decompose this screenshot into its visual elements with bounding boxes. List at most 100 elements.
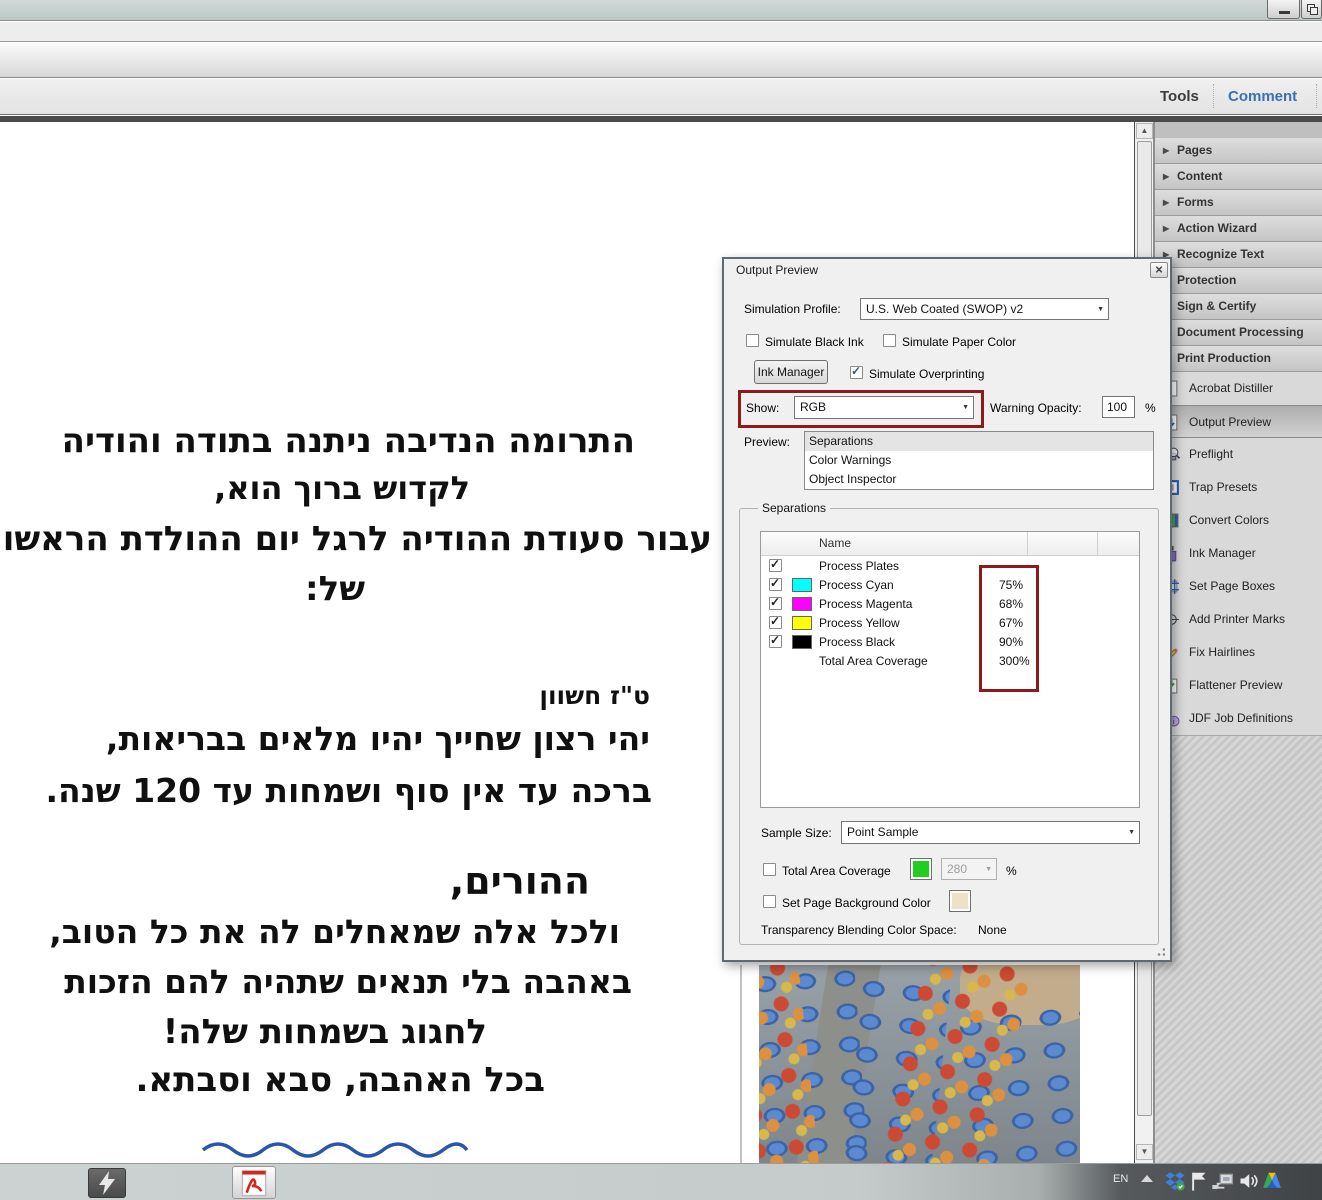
output-preview-dialog: Output Preview 🗙 Simulation Profile: U.S… <box>722 257 1172 962</box>
plate-name: Process Black <box>819 635 896 649</box>
tool-fix-hairlines[interactable]: Fix Hairlines <box>1155 636 1322 669</box>
preview-mode-list: Separations Color Warnings Object Inspec… <box>804 431 1154 490</box>
panel-action-wizard[interactable]: ▶ Action Wizard <box>1155 216 1322 242</box>
panel-header-list: ▶ Pages ▶ Content ▶ Forms ▶ Action Wizard ▶ R… <box>1155 138 1322 372</box>
name-column-header: Name <box>819 536 852 550</box>
sample-size-value: Point Sample <box>847 825 919 839</box>
warning-opacity-unit: % <box>1145 401 1156 415</box>
tool-label: Fix Hairlines <box>1189 645 1256 659</box>
check-icon: ✓ <box>770 576 781 590</box>
plate-name: Process Magenta <box>819 597 913 611</box>
separations-group: Separations Name ✓ Process Plates ✓ Proc… <box>739 501 1159 945</box>
panel-pages[interactable]: ▶ Pages <box>1155 138 1322 164</box>
yellow-swatch <box>792 616 812 630</box>
scroll-up-arrow-icon[interactable]: ▲ <box>1136 123 1153 139</box>
tool-label: Ink Manager <box>1189 546 1256 560</box>
preview-option-separations[interactable]: Separations <box>805 432 1153 451</box>
google-drive-icon[interactable] <box>1261 1170 1283 1192</box>
show-row-highlight <box>738 390 984 428</box>
dialog-title: Output Preview <box>736 263 819 277</box>
separations-group-label: Separations <box>758 501 831 515</box>
panel-recognize-text[interactable]: ▶ Recognize Text <box>1155 242 1322 268</box>
hebrew-line-9: ולכל אלה שמאחלים לה את כל הטוב, <box>49 912 620 951</box>
tool-ink-manager[interactable]: Ink Manager <box>1155 537 1322 570</box>
plate-name: Process Yellow <box>819 616 900 630</box>
window-minimize-button[interactable] <box>1267 0 1300 19</box>
action-center-flag-icon[interactable] <box>1189 1170 1211 1192</box>
restore-icon-2 <box>1310 7 1318 15</box>
tool-acrobat-distiller[interactable]: Acrobat Distiller <box>1155 372 1322 405</box>
simulate-black-ink-checkbox[interactable] <box>746 334 759 347</box>
tool-preflight[interactable]: Preflight <box>1155 438 1322 471</box>
chevron-right-icon: ▶ <box>1163 172 1170 181</box>
transparency-value: None <box>978 923 1007 937</box>
plate-name: Process Plates <box>819 559 900 573</box>
sample-size-label: Sample Size: <box>761 826 832 840</box>
panel-label: Protection <box>1177 273 1237 287</box>
taskbar-acrobat-button[interactable] <box>232 1166 276 1199</box>
panel-label: Print Production <box>1177 351 1271 365</box>
page-bg-color-swatch[interactable] <box>949 890 971 912</box>
tool-label: Preflight <box>1189 447 1234 461</box>
chevron-down-icon: ▼ <box>985 866 992 873</box>
tool-label: Convert Colors <box>1189 513 1270 527</box>
volume-icon[interactable] <box>1238 1171 1258 1191</box>
window-restore-button[interactable] <box>1301 0 1322 19</box>
preview-option-object-inspector[interactable]: Object Inspector <box>805 470 1153 489</box>
plate-checkbox[interactable]: ✓ <box>769 633 782 648</box>
lightning-icon <box>99 1171 115 1195</box>
panel-sign-certify[interactable]: ▶Sign & Certify <box>1155 294 1322 320</box>
panel-print-production[interactable]: ▶Print Production <box>1155 346 1322 372</box>
tool-jdf-job-definitions[interactable]: i JDF Job Definitions <box>1155 702 1322 735</box>
tools-comment-bar <box>0 79 1322 115</box>
tool-add-printer-marks[interactable]: Add Printer Marks <box>1155 603 1322 636</box>
scroll-down-arrow-icon[interactable]: ▼ <box>1136 1144 1153 1160</box>
hebrew-line-12: בכל האהבה, סבא וסבתא. <box>135 1060 545 1100</box>
show-hidden-icons-arrow[interactable] <box>1141 1175 1153 1182</box>
set-page-bg-checkbox[interactable] <box>763 895 776 908</box>
dialog-close-icon[interactable]: 🗙 <box>1150 262 1168 278</box>
tac-color-swatch[interactable] <box>910 858 932 880</box>
hebrew-line-7: ברכה עד אין סוף ושמחות עד 120 שנה. <box>45 771 653 810</box>
dialog-resize-grip[interactable] <box>1157 948 1165 956</box>
warning-opacity-input[interactable]: 100 <box>1102 396 1135 418</box>
cyan-swatch <box>792 578 812 592</box>
sample-size-select[interactable]: Point Sample ▼ <box>841 821 1140 844</box>
preview-option-color-warnings[interactable]: Color Warnings <box>805 451 1153 470</box>
tool-flattener-preview[interactable]: Flattener Preview <box>1155 669 1322 702</box>
simulate-paper-color-checkbox[interactable] <box>883 334 896 347</box>
tab-separator-2 <box>1316 84 1317 108</box>
plate-checkbox[interactable]: ✓ <box>769 576 782 591</box>
tool-convert-colors[interactable]: Convert Colors <box>1155 504 1322 537</box>
table-row: ✓ Process Yellow 67% <box>761 614 1139 633</box>
total-area-coverage-checkbox[interactable] <box>763 863 776 876</box>
plate-checkbox[interactable]: ✓ <box>769 557 782 572</box>
set-page-bg-label: Set Page Background Color <box>782 896 931 910</box>
tab-tools[interactable]: Tools <box>1160 88 1199 105</box>
tool-trap-presets[interactable]: Trap Presets <box>1155 471 1322 504</box>
tool-label: Flattener Preview <box>1189 678 1283 692</box>
tool-output-preview[interactable]: Output Preview <box>1155 405 1322 438</box>
warning-opacity-label: Warning Opacity: <box>990 401 1082 415</box>
simulate-paper-color-label: Simulate Paper Color <box>902 335 1017 349</box>
network-icon[interactable] <box>1211 1170 1235 1192</box>
language-indicator[interactable]: EN <box>1113 1173 1128 1185</box>
tab-comment[interactable]: Comment <box>1228 88 1297 105</box>
plate-name: Total Area Coverage <box>819 654 928 668</box>
taskbar-app-button[interactable] <box>88 1168 126 1198</box>
hebrew-line-2: לקדוש ברוך הוא, <box>214 469 470 507</box>
check-icon: ✓ <box>770 595 781 609</box>
panel-forms[interactable]: ▶ Forms <box>1155 190 1322 216</box>
dropbox-icon[interactable] <box>1164 1170 1186 1192</box>
plate-checkbox[interactable]: ✓ <box>769 595 782 610</box>
simulate-overprinting-checkbox[interactable]: ✓ <box>850 364 863 379</box>
panel-content[interactable]: ▶ Content <box>1155 164 1322 190</box>
plate-checkbox[interactable]: ✓ <box>769 614 782 629</box>
table-row: Total Area Coverage 300% <box>761 652 1139 671</box>
simulation-profile-select[interactable]: U.S. Web Coated (SWOP) v2 ▼ <box>860 298 1109 320</box>
tool-set-page-boxes[interactable]: Set Page Boxes <box>1155 570 1322 603</box>
ink-manager-button[interactable]: Ink Manager <box>754 360 828 384</box>
tool-label: JDF Job Definitions <box>1189 711 1294 725</box>
panel-document-processing[interactable]: ▶Document Processing <box>1155 320 1322 346</box>
panel-protection[interactable]: ▶Protection <box>1155 268 1322 294</box>
